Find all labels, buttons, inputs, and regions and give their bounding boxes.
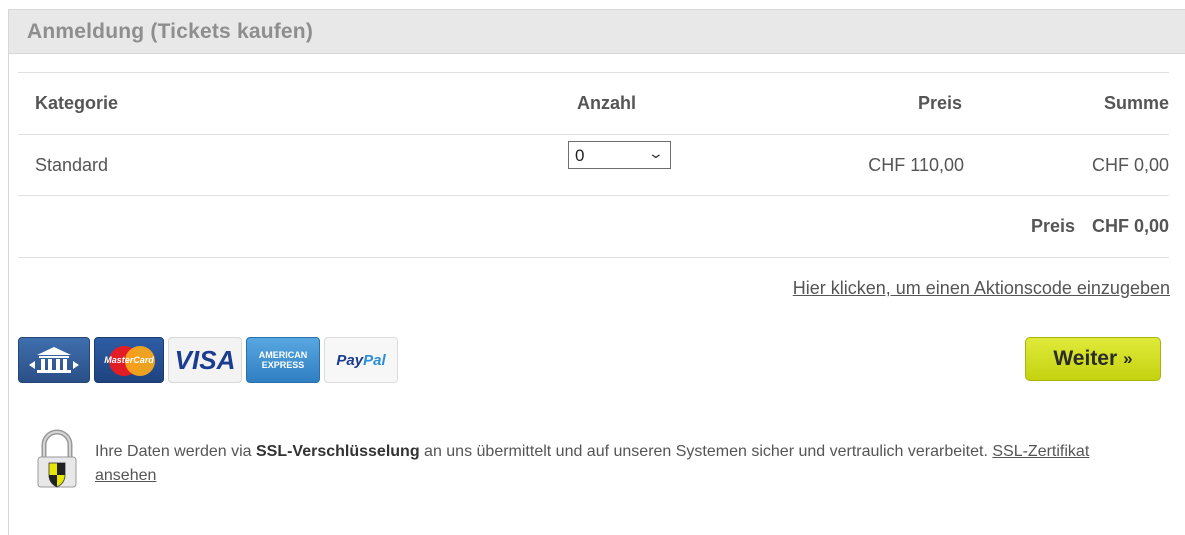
continue-button-label: Weiter — [1053, 347, 1118, 370]
total-value: CHF 0,00 — [1091, 216, 1169, 236]
amex-line1: AMERICAN — [258, 350, 308, 360]
panel-title: Anmeldung (Tickets kaufen) — [27, 19, 314, 43]
paypal-pal: Pal — [363, 351, 386, 369]
ticket-sum: CHF 0,00 — [1091, 155, 1169, 175]
mastercard-icon: MasterCard — [94, 337, 164, 383]
column-header-category: Kategorie — [35, 93, 119, 113]
ticket-category: Standard — [35, 155, 109, 175]
visa-icon: VISA — [168, 337, 242, 383]
continue-button[interactable]: Weiter » — [1025, 337, 1161, 381]
divider — [18, 195, 1169, 196]
divider — [18, 72, 1169, 73]
visa-label: VISA — [174, 344, 236, 375]
paypal-pay: Pay — [336, 351, 364, 369]
ssl-text-after: an uns übermittelt und auf unseren Syste… — [419, 443, 993, 460]
divider — [18, 257, 1169, 258]
panel-header: Anmeldung (Tickets kaufen) — [9, 10, 1185, 54]
chevron-down-icon: ⌄ — [647, 145, 665, 161]
ssl-notice: Ihre Daten werden via SSL-Verschlüsselun… — [95, 440, 1095, 488]
double-arrow-icon: » — [1123, 349, 1133, 368]
mastercard-label: MasterCard — [104, 355, 154, 365]
divider — [18, 134, 1169, 135]
promo-code-link[interactable]: Hier klicken, um einen Aktionscode einzu… — [793, 278, 1170, 299]
total-label: Preis — [1030, 216, 1075, 236]
paypal-icon: PayPal — [324, 337, 398, 383]
ssl-text-bold: SSL-Verschlüsselung — [255, 443, 420, 460]
payment-methods: MasterCard VISA AMERICAN EXPRESS PayPal — [18, 337, 398, 383]
column-header-sum: Summe — [1103, 93, 1169, 113]
column-header-quantity: Anzahl — [577, 93, 637, 113]
quantity-select[interactable]: 0 ⌄ — [568, 141, 671, 169]
american-express-icon: AMERICAN EXPRESS — [246, 337, 320, 383]
ticket-price: CHF 110,00 — [868, 155, 964, 175]
ssl-text-before: Ihre Daten werden via — [95, 443, 256, 460]
bank-transfer-icon — [18, 337, 90, 383]
lock-icon — [34, 427, 80, 493]
quantity-value: 0 — [575, 146, 585, 165]
column-header-price: Preis — [917, 93, 962, 113]
amex-line2: EXPRESS — [261, 360, 305, 370]
